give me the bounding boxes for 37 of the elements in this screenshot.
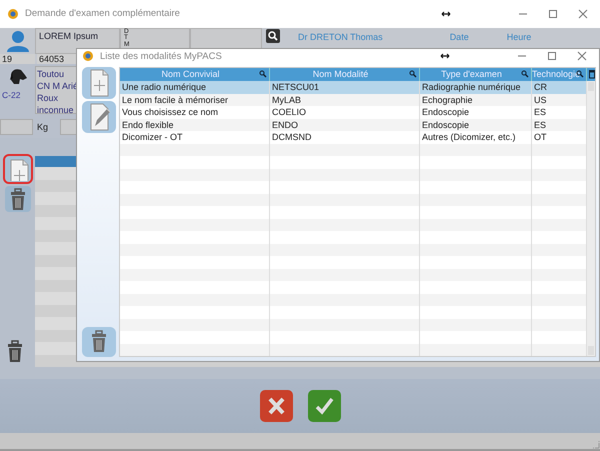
person-icon [6,30,30,52]
patient-number: 64053 [37,54,79,64]
delete-button[interactable] [82,327,116,357]
table-cell: Endo flexible [120,118,270,131]
maximize-icon[interactable] [547,51,557,61]
search-icon[interactable] [266,28,280,43]
table-row[interactable]: Le nom facile à mémoriser MyLAB Echographie US [120,94,587,106]
close-icon[interactable] [578,8,588,19]
resize-icon [440,53,450,59]
doctor-name: Dr DRETON Thomas [298,32,383,42]
time-label: Heure [506,32,532,42]
app-icon [6,6,20,21]
cancel-button[interactable] [260,390,292,422]
window-title: Demande d'examen complémentaire [25,8,180,20]
input-field[interactable] [0,119,33,136]
weight-unit: Kg [37,122,48,132]
table-cell: MyLAB [270,94,420,106]
table-cell: Echographie [420,94,532,106]
edit-button[interactable] [82,101,116,133]
scrollbar[interactable] [587,81,595,356]
confirm-button[interactable] [308,390,340,422]
resize-grip-icon[interactable] [590,439,600,450]
table-row[interactable]: Endo flexible ENDO Endoscopie ES [120,118,587,131]
trash-button[interactable] [4,186,30,212]
app-icon [81,49,95,63]
table-cell: Le nom facile à mémoriser [120,94,270,106]
table-cell: ENDO [270,118,420,131]
patient-id: 19 [0,54,35,64]
new-document-button[interactable] [82,67,116,99]
table-row[interactable]: Une radio numérique NETSCU01 Radiographie numérique CR [120,81,587,94]
date-label: Date [450,32,469,42]
new-document-button[interactable] [4,156,30,182]
close-icon[interactable] [577,51,587,61]
resize-icon [441,10,451,17]
maximize-icon[interactable] [548,8,558,19]
table-cell: Endoscopie [420,118,532,131]
patient-code: C-22 [2,90,20,100]
